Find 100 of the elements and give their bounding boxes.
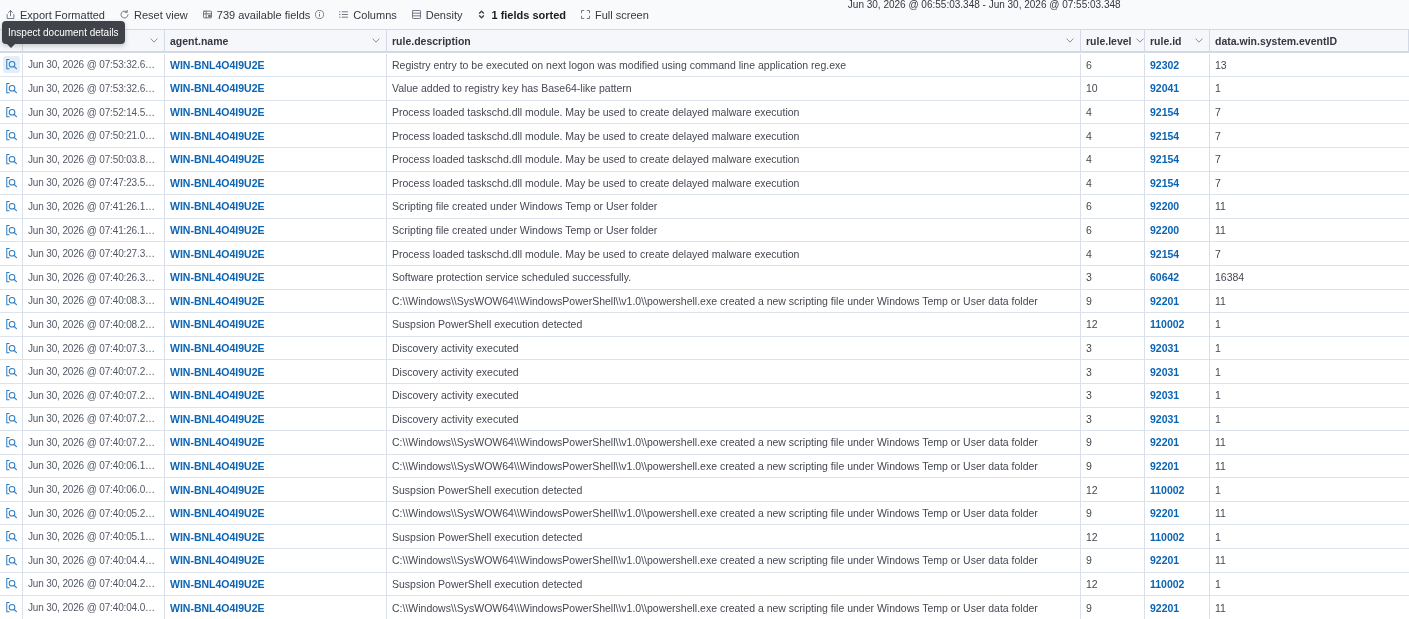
table-cell: Jun 30, 2026 @ 07:40:07.2… bbox=[28, 436, 155, 448]
column-header[interactable]: data.win.system.eventID bbox=[1210, 30, 1409, 53]
link[interactable]: 92031 bbox=[1150, 342, 1180, 354]
table-cell: 7 bbox=[1215, 176, 1221, 189]
table-cell: C:\\Windows\\SysWOW64\\WindowsPowerShell\\v1.0\\powershell.exe created a new scripting file under Windows Temp or User data folder bbox=[392, 507, 1038, 520]
inspect-icon bbox=[5, 507, 17, 519]
link[interactable]: 92302 bbox=[1150, 58, 1180, 71]
link[interactable]: 110002 bbox=[1150, 530, 1185, 543]
link[interactable]: 92201 bbox=[1150, 554, 1180, 567]
time-range: Jun 30, 2026 @ 06:55:03.348 - Jun 30, 2026 @ 07:55:03.348 bbox=[847, 0, 1121, 10]
link[interactable]: WIN-BNL4O4I9U2E bbox=[170, 436, 265, 449]
link[interactable]: WIN-BNL4O4I9U2E bbox=[170, 153, 265, 166]
link[interactable]: 92154 bbox=[1150, 153, 1180, 166]
table-cell: 3 bbox=[1086, 412, 1092, 425]
link[interactable]: 92041 bbox=[1150, 82, 1180, 95]
table-cell: 12 bbox=[1086, 483, 1098, 496]
link[interactable]: WIN-BNL4O4I9U2E bbox=[170, 342, 265, 354]
table-cell: Discovery activity executed bbox=[392, 365, 519, 378]
link[interactable]: WIN-BNL4O4I9U2E bbox=[170, 483, 265, 496]
inspect-icon bbox=[5, 200, 17, 212]
table-cell: Software protection service scheduled successfully. bbox=[392, 271, 632, 284]
link[interactable]: WIN-BNL4O4I9U2E bbox=[170, 389, 265, 402]
table-cell: Process loaded taskschd.dll module. May be used to create delayed malware execution bbox=[392, 176, 800, 189]
inspect-icon bbox=[5, 460, 17, 472]
link[interactable]: WIN-BNL4O4I9U2E bbox=[170, 176, 265, 189]
link[interactable]: 92201 bbox=[1150, 601, 1180, 614]
link[interactable]: 92154 bbox=[1150, 176, 1180, 189]
export-button[interactable]: Export Formatted bbox=[4, 5, 107, 24]
link[interactable]: WIN-BNL4O4I9U2E bbox=[170, 106, 265, 119]
link[interactable]: 92154 bbox=[1150, 247, 1180, 260]
link[interactable]: WIN-BNL4O4I9U2E bbox=[170, 507, 265, 520]
link[interactable]: WIN-BNL4O4I9U2E bbox=[170, 412, 265, 425]
density-button[interactable]: Density bbox=[409, 5, 465, 24]
info-icon[interactable] bbox=[315, 10, 325, 19]
link[interactable]: 92154 bbox=[1150, 129, 1180, 142]
link[interactable]: WIN-BNL4O4I9U2E bbox=[170, 58, 265, 71]
table-cell: 4 bbox=[1086, 247, 1092, 260]
columns-button[interactable]: Columns bbox=[337, 5, 399, 24]
table-cell: Jun 30, 2026 @ 07:40:05.2… bbox=[28, 507, 155, 519]
fullscreen-button[interactable]: Full screen bbox=[579, 5, 651, 24]
inspect-icon bbox=[5, 436, 17, 448]
link[interactable]: WIN-BNL4O4I9U2E bbox=[170, 365, 265, 378]
chevron-down-icon[interactable] bbox=[1195, 38, 1203, 43]
column-header[interactable]: rule.level bbox=[1081, 30, 1145, 53]
table-cell: C:\\Windows\\SysWOW64\\WindowsPowerShell\\v1.0\\powershell.exe created a new scripting file under Windows Temp or User data folder bbox=[392, 436, 1038, 449]
link[interactable]: 92154 bbox=[1150, 106, 1180, 119]
table-cell: C:\\Windows\\SysWOW64\\WindowsPowerShell\\v1.0\\powershell.exe created a new scripting file under Windows Temp or User data folder bbox=[392, 554, 1038, 567]
table-cell: 4 bbox=[1086, 176, 1092, 189]
link[interactable]: 110002 bbox=[1150, 577, 1185, 590]
link[interactable]: WIN-BNL4O4I9U2E bbox=[170, 129, 265, 142]
link[interactable]: 110002 bbox=[1150, 318, 1185, 331]
table-cell: 1 bbox=[1215, 530, 1221, 543]
link[interactable]: WIN-BNL4O4I9U2E bbox=[170, 460, 265, 472]
link[interactable]: 92201 bbox=[1150, 460, 1180, 472]
table-cell: 3 bbox=[1086, 389, 1092, 402]
chevron-down-icon[interactable] bbox=[372, 38, 380, 43]
link[interactable]: 92201 bbox=[1150, 436, 1180, 449]
link[interactable]: WIN-BNL4O4I9U2E bbox=[170, 224, 265, 237]
link[interactable]: WIN-BNL4O4I9U2E bbox=[170, 601, 265, 614]
inspect-icon bbox=[5, 389, 17, 401]
sort-icon bbox=[477, 10, 487, 19]
column-header[interactable]: agent.name bbox=[165, 30, 387, 53]
link[interactable]: 92031 bbox=[1150, 412, 1180, 425]
link[interactable]: 92201 bbox=[1150, 507, 1180, 520]
link[interactable]: WIN-BNL4O4I9U2E bbox=[170, 200, 265, 213]
link[interactable]: 92031 bbox=[1150, 389, 1180, 402]
sort-button[interactable]: 1 fields sorted bbox=[475, 5, 569, 24]
inspect-button[interactable] bbox=[2, 56, 20, 74]
link[interactable]: WIN-BNL4O4I9U2E bbox=[170, 247, 265, 260]
table-cell: Jun 30, 2026 @ 07:40:05.1… bbox=[28, 531, 155, 543]
link[interactable]: 92031 bbox=[1150, 365, 1180, 378]
chevron-down-icon[interactable] bbox=[1066, 38, 1074, 43]
link[interactable]: 110002 bbox=[1150, 483, 1185, 496]
link[interactable]: WIN-BNL4O4I9U2E bbox=[170, 554, 265, 567]
table-cell: Process loaded taskschd.dll module. May be used to create delayed malware execution bbox=[392, 153, 800, 166]
link[interactable]: WIN-BNL4O4I9U2E bbox=[170, 271, 265, 284]
link[interactable]: WIN-BNL4O4I9U2E bbox=[170, 577, 265, 590]
table-cell: 6 bbox=[1086, 200, 1092, 213]
table-cell: 1 bbox=[1215, 342, 1221, 354]
link[interactable]: WIN-BNL4O4I9U2E bbox=[170, 318, 265, 331]
link[interactable]: WIN-BNL4O4I9U2E bbox=[170, 530, 265, 543]
upload-icon bbox=[6, 10, 15, 19]
link[interactable]: 92200 bbox=[1150, 200, 1180, 213]
inspect-icon bbox=[5, 554, 17, 566]
link[interactable]: 60642 bbox=[1150, 271, 1180, 284]
table-cell: Jun 30, 2026 @ 07:40:07.2… bbox=[28, 366, 155, 378]
link[interactable]: 92201 bbox=[1150, 294, 1180, 307]
table-cell: Jun 30, 2026 @ 07:40:04.0… bbox=[28, 602, 155, 614]
link[interactable]: WIN-BNL4O4I9U2E bbox=[170, 82, 265, 95]
link[interactable]: 92200 bbox=[1150, 224, 1180, 237]
column-header[interactable]: rule.id bbox=[1145, 30, 1210, 53]
reset-view-button[interactable]: Reset view bbox=[118, 5, 190, 24]
table-cell: 11 bbox=[1215, 507, 1226, 520]
rows-icon bbox=[411, 10, 421, 19]
table-cell: 1 bbox=[1215, 82, 1221, 95]
chevron-down-icon[interactable] bbox=[1135, 38, 1144, 43]
column-header[interactable]: rule.description bbox=[387, 30, 1081, 53]
chevron-down-icon[interactable] bbox=[150, 38, 158, 43]
fields-button[interactable]: 739 available fields bbox=[200, 5, 327, 24]
link[interactable]: WIN-BNL4O4I9U2E bbox=[170, 294, 265, 307]
